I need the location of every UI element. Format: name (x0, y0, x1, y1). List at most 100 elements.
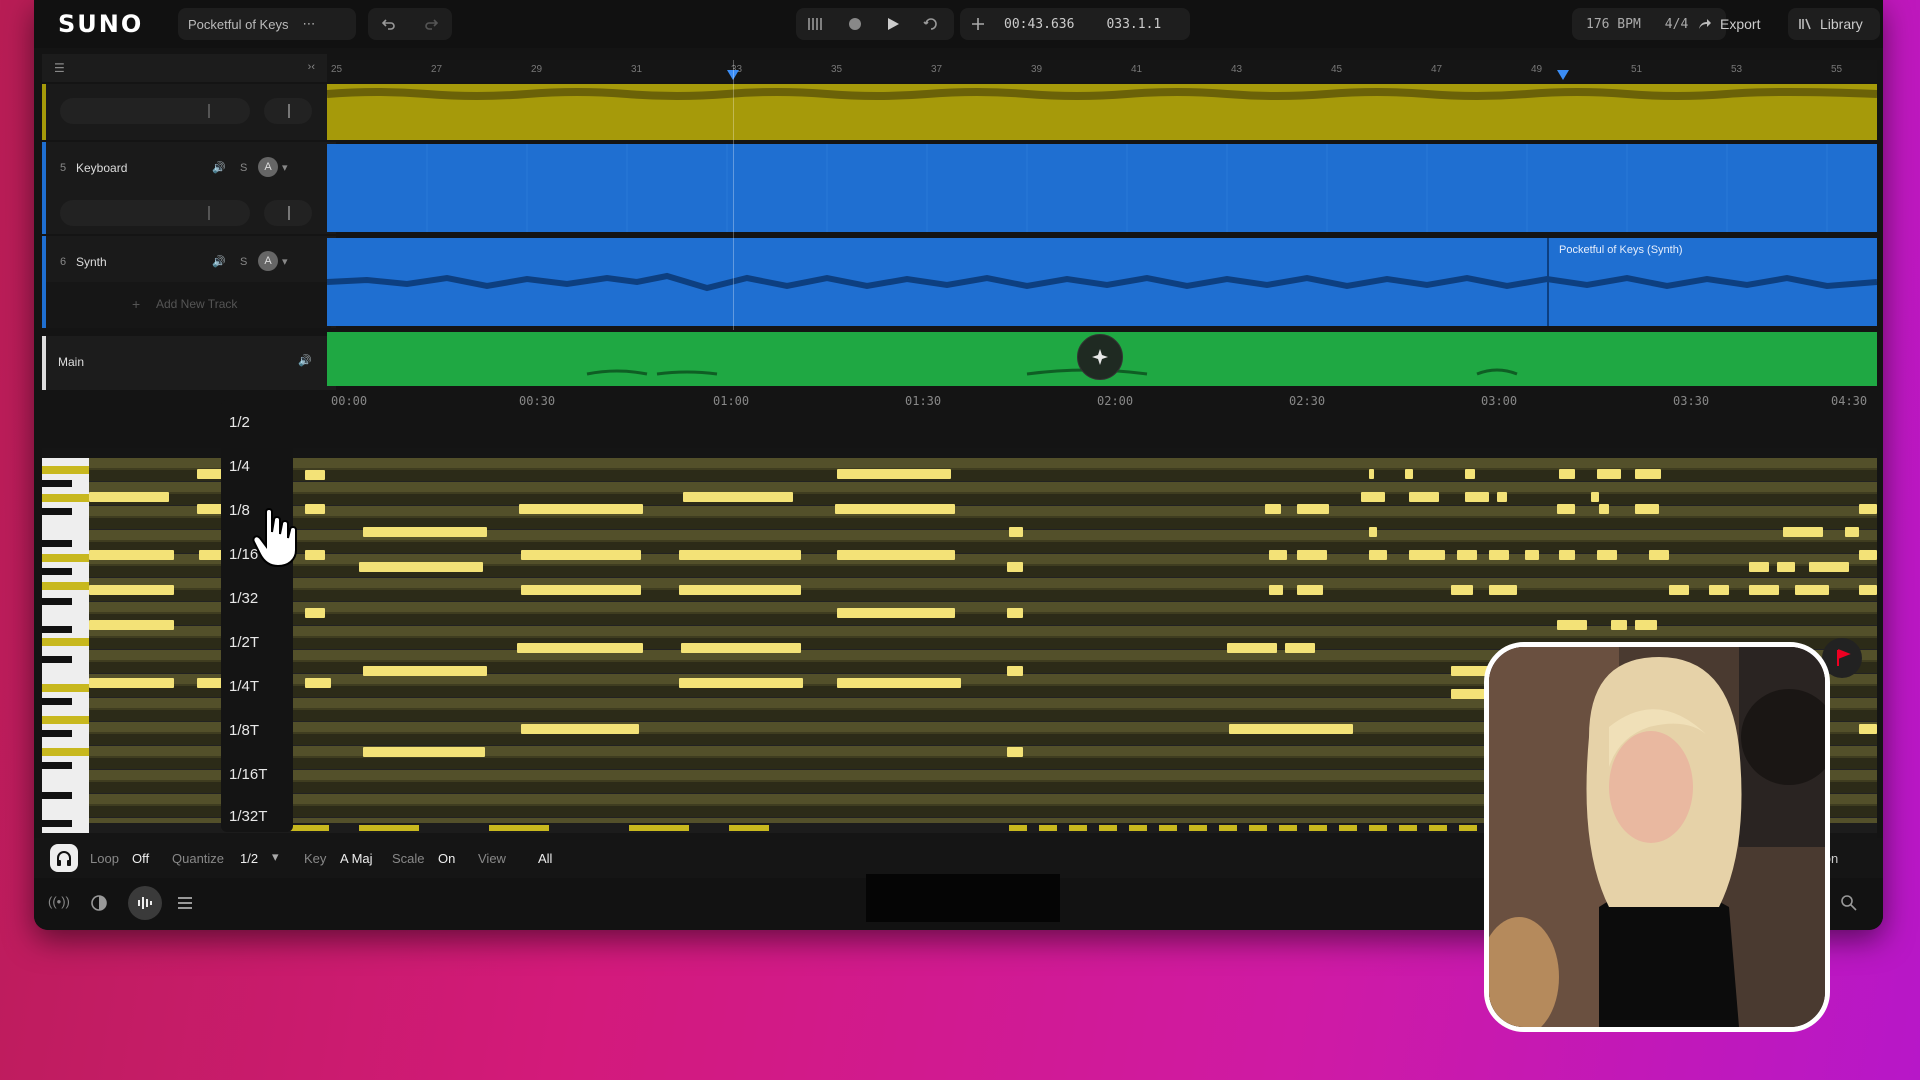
midi-note[interactable] (305, 504, 325, 514)
automation-button[interactable]: A (258, 251, 278, 271)
midi-note[interactable] (1599, 504, 1609, 514)
midi-note[interactable] (1451, 585, 1473, 595)
midi-note[interactable] (89, 550, 174, 560)
midi-note[interactable] (1669, 585, 1689, 595)
bar-ruler[interactable]: 25 27 29 31 33 35 37 39 41 43 45 47 49 5… (327, 60, 1877, 82)
chevron-down-icon[interactable]: ▾ (272, 849, 279, 865)
zoom-icon[interactable] (1840, 894, 1858, 912)
midi-note[interactable] (1269, 550, 1287, 560)
speaker-icon[interactable]: 🔊 (212, 161, 226, 174)
piano-keyboard[interactable] (42, 458, 89, 833)
midi-note[interactable] (521, 724, 639, 734)
midi-note[interactable] (519, 504, 643, 514)
midi-note[interactable] (1783, 527, 1823, 537)
midi-note[interactable] (89, 678, 174, 688)
midi-note[interactable] (1369, 469, 1374, 479)
midi-note[interactable] (679, 585, 801, 595)
midi-note[interactable] (1265, 504, 1281, 514)
midi-note[interactable] (1465, 469, 1475, 479)
more-icon[interactable]: ⋯ (302, 16, 315, 32)
track-lane-main[interactable] (327, 332, 1877, 386)
track-name[interactable]: Main (58, 355, 84, 369)
solo-button[interactable]: S (240, 256, 247, 268)
midi-note[interactable] (1597, 550, 1617, 560)
collapse-icon[interactable]: ›‹ (308, 61, 315, 73)
midi-note[interactable] (1559, 469, 1575, 479)
track-name[interactable]: Synth (76, 255, 107, 269)
record-icon[interactable] (836, 8, 874, 40)
key-value[interactable]: A Maj (340, 851, 373, 866)
midi-note[interactable] (305, 608, 325, 618)
midi-note[interactable] (305, 550, 325, 560)
midi-note[interactable] (1007, 608, 1023, 618)
speaker-icon[interactable]: 🔊 (298, 354, 312, 367)
track-lane-synth[interactable]: Pocketful of Keys (Synth) (327, 238, 1877, 326)
midi-note[interactable] (1597, 469, 1621, 479)
track-header-main[interactable]: Main 🔊 (42, 336, 336, 390)
quantize-option[interactable]: 1/8T (229, 722, 259, 739)
midi-note[interactable] (1525, 550, 1539, 560)
midi-note[interactable] (1795, 585, 1829, 595)
project-title-pill[interactable]: Pocketful of Keys ⋯ (178, 8, 356, 40)
midi-note[interactable] (1297, 550, 1327, 560)
midi-note[interactable] (1497, 492, 1507, 502)
midi-note[interactable] (1859, 585, 1877, 595)
library-button[interactable]: Library (1788, 8, 1880, 40)
slider-handle[interactable] (208, 104, 210, 118)
midi-note[interactable] (1409, 550, 1445, 560)
midi-note[interactable] (1635, 620, 1657, 630)
midi-note[interactable] (1007, 666, 1023, 676)
midi-note[interactable] (1361, 492, 1385, 502)
cursor-tool-icon[interactable] (960, 16, 996, 32)
midi-note[interactable] (1227, 643, 1277, 653)
track-name[interactable]: Keyboard (76, 161, 127, 175)
midi-note[interactable] (1557, 620, 1587, 630)
midi-note[interactable] (1559, 550, 1575, 560)
track-lane-1[interactable] (327, 84, 1877, 140)
midi-note[interactable] (363, 527, 487, 537)
midi-note[interactable] (1269, 585, 1283, 595)
volume-slider[interactable] (60, 200, 250, 226)
contrast-icon[interactable] (90, 894, 108, 912)
midi-note[interactable] (679, 550, 801, 560)
midi-note[interactable] (1489, 550, 1509, 560)
quantize-value[interactable]: 1/2 (240, 851, 258, 866)
midi-note[interactable] (679, 678, 803, 688)
midi-note[interactable] (1489, 585, 1517, 595)
waveform-view-button[interactable] (128, 886, 162, 920)
midi-note[interactable] (517, 643, 643, 653)
midi-note[interactable] (837, 469, 951, 479)
solo-button[interactable]: S (240, 162, 247, 174)
midi-note[interactable] (1229, 724, 1353, 734)
quantize-option[interactable]: 1/16T (229, 766, 267, 783)
quantize-option[interactable]: 1/2 (229, 414, 250, 431)
loop-icon[interactable] (912, 8, 950, 40)
midi-note[interactable] (1297, 504, 1329, 514)
track-lane-keyboard[interactable] (327, 144, 1877, 232)
midi-note[interactable] (837, 678, 961, 688)
midi-note[interactable] (1749, 585, 1779, 595)
midi-note[interactable] (305, 470, 325, 480)
track-header-1[interactable] (42, 84, 336, 140)
chevron-down-icon[interactable]: ▾ (282, 161, 288, 174)
midi-note[interactable] (1709, 585, 1729, 595)
quantize-option[interactable]: 1/8 (229, 502, 250, 519)
play-icon[interactable] (874, 8, 912, 40)
midi-note[interactable] (1635, 469, 1661, 479)
quantize-option[interactable]: 1/4T (229, 678, 259, 695)
midi-note[interactable] (1611, 620, 1627, 630)
midi-note[interactable] (1749, 562, 1769, 572)
midi-note[interactable] (521, 550, 641, 560)
quantize-option[interactable]: 1/32T (229, 808, 267, 825)
broadcast-icon[interactable]: ((•)) (48, 894, 70, 909)
scale-value[interactable]: On (438, 851, 455, 866)
midi-note[interactable] (1557, 504, 1575, 514)
midi-note[interactable] (1845, 527, 1859, 537)
quantize-option[interactable]: 1/2T (229, 634, 259, 651)
view-value[interactable]: All (538, 851, 552, 866)
midi-note[interactable] (1369, 550, 1387, 560)
list-view-icon[interactable] (176, 894, 194, 912)
midi-note[interactable] (363, 666, 487, 676)
chevron-down-icon[interactable]: ▾ (282, 255, 288, 268)
loop-end-marker-icon[interactable] (1557, 70, 1569, 82)
